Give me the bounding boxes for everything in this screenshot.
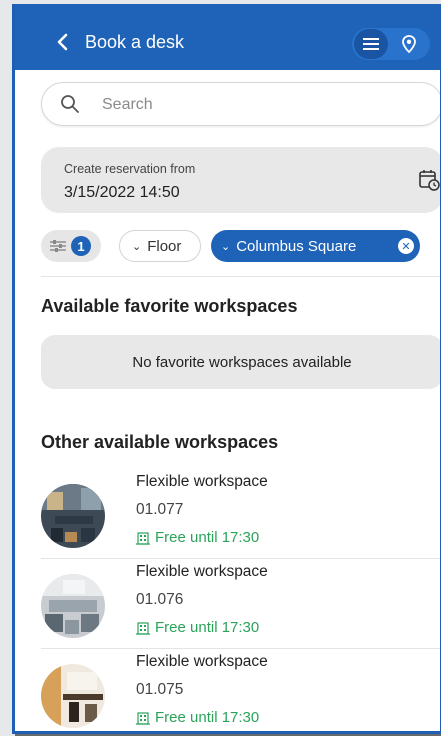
workspace-list-item[interactable]: Flexible workspace 01.076 Free until 17:… — [41, 560, 440, 648]
page-title: Book a desk — [85, 32, 185, 52]
reservation-datetime-value: 3/15/2022 14:50 — [64, 184, 180, 201]
building-icon — [136, 531, 150, 545]
filter-count-badge: 1 — [71, 236, 91, 256]
location-filter-label: Columbus Square — [236, 237, 357, 255]
search-bar[interactable] — [41, 82, 440, 126]
workspace-code: 01.076 — [136, 591, 184, 608]
app-header: Book a desk — [15, 4, 440, 70]
sliders-icon — [50, 240, 66, 252]
favorites-section-title: Available favorite workspaces — [41, 296, 298, 316]
availability-status: Free until 17:30 — [136, 529, 259, 546]
reservation-datetime-field[interactable]: Create reservation from 3/15/2022 14:50 — [41, 147, 440, 213]
availability-text: Free until 17:30 — [155, 709, 260, 726]
workspace-name: Flexible workspace — [136, 563, 268, 580]
availability-status: Free until 17:30 — [136, 709, 259, 726]
chevron-left-icon — [57, 33, 68, 51]
chevron-down-icon: ⌄ — [132, 240, 142, 253]
reservation-label: Create reservation from — [64, 162, 196, 176]
workspace-code: 01.075 — [136, 681, 184, 698]
no-favorites-message: No favorite workspaces available — [41, 335, 440, 389]
workspace-thumbnail — [41, 664, 105, 728]
location-filter-chip[interactable]: ⌄ Columbus Square ✕ — [211, 230, 420, 262]
workspace-code: 01.077 — [136, 501, 184, 518]
list-view-button[interactable] — [354, 29, 388, 59]
floor-filter-label: Floor — [147, 237, 182, 255]
floor-filter-chip[interactable]: ⌄ Floor — [119, 230, 201, 262]
divider — [41, 648, 440, 649]
filters-button[interactable]: 1 — [41, 230, 101, 262]
building-icon — [136, 621, 150, 635]
other-workspaces-title: Other available workspaces — [41, 432, 279, 452]
app-frame: Book a desk Create reser — [12, 4, 441, 734]
search-input[interactable] — [100, 91, 424, 119]
workspace-thumbnail — [41, 484, 105, 548]
clear-location-icon[interactable]: ✕ — [398, 238, 414, 254]
back-button[interactable] — [51, 31, 73, 53]
workspace-name: Flexible workspace — [136, 473, 268, 490]
availability-status: Free until 17:30 — [136, 619, 259, 636]
divider — [41, 558, 440, 559]
map-view-button[interactable] — [392, 29, 426, 59]
workspace-name: Flexible workspace — [136, 653, 268, 670]
calendar-clock-icon[interactable] — [418, 169, 440, 191]
workspace-list-item[interactable]: Flexible workspace 01.077 Free until 17:… — [41, 470, 440, 558]
chevron-down-icon: ⌄ — [221, 240, 231, 253]
availability-text: Free until 17:30 — [155, 529, 260, 546]
workspace-list-item[interactable]: Flexible workspace 01.075 Free until 17:… — [41, 650, 440, 731]
divider — [41, 276, 440, 277]
workspace-thumbnail — [41, 574, 105, 638]
map-pin-icon — [402, 35, 416, 53]
search-icon — [61, 95, 79, 113]
view-toggle — [352, 28, 430, 60]
building-icon — [136, 711, 150, 725]
availability-text: Free until 17:30 — [155, 619, 260, 636]
menu-icon — [363, 38, 379, 50]
